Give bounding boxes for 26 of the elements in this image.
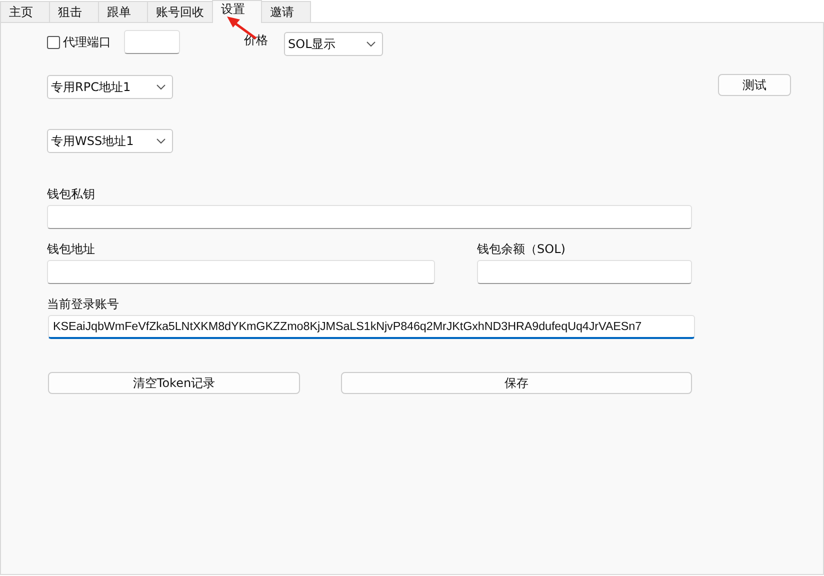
chevron-icon [366,41,376,47]
chevron-icon [156,138,166,144]
tab[interactable]: 邀请 [261,1,311,22]
wallet-address-label: 钱包地址 [47,241,96,256]
proxy-port-label: 代理端口 [63,34,111,50]
account-field[interactable]: KSEaiJqbWmFeVfZka5LNtXKM8dYKmGKZZmo8KjJMSaLS1kNjvP846q2MrJKtGxhND3HRA9dufeqUq4JrVAESn7 [48,315,695,339]
tab[interactable]: 设置 [212,0,262,23]
account-label: 当前登录账号 [47,296,120,311]
tab[interactable]: 主页 [0,1,50,22]
private-key-label: 钱包私钥 [47,186,96,201]
private-key-field[interactable] [47,205,692,229]
save-button[interactable]: 保存 [341,372,692,394]
clear-token-button[interactable]: 清空Token记录 [48,372,300,394]
tab[interactable]: 狙击 [49,1,99,22]
tab[interactable]: 账号回收 [147,1,213,22]
checkbox[interactable] [47,36,60,48]
chevron-icon [156,84,166,90]
tab[interactable]: 跟单 [98,1,148,22]
proxy-port-field[interactable] [124,30,180,54]
wallet-balance-field[interactable] [477,260,692,284]
price-dropdown[interactable]: SOL显示 [284,32,383,56]
rpc-dropdown[interactable]: 专用RPC地址1 [47,75,173,99]
wss-dropdown[interactable]: 专用WSS地址1 [47,129,173,153]
test-button[interactable]: 测试 [718,74,791,96]
wallet-balance-label: 钱包余额（SOL) [477,241,566,256]
wallet-address-field[interactable] [47,260,435,284]
